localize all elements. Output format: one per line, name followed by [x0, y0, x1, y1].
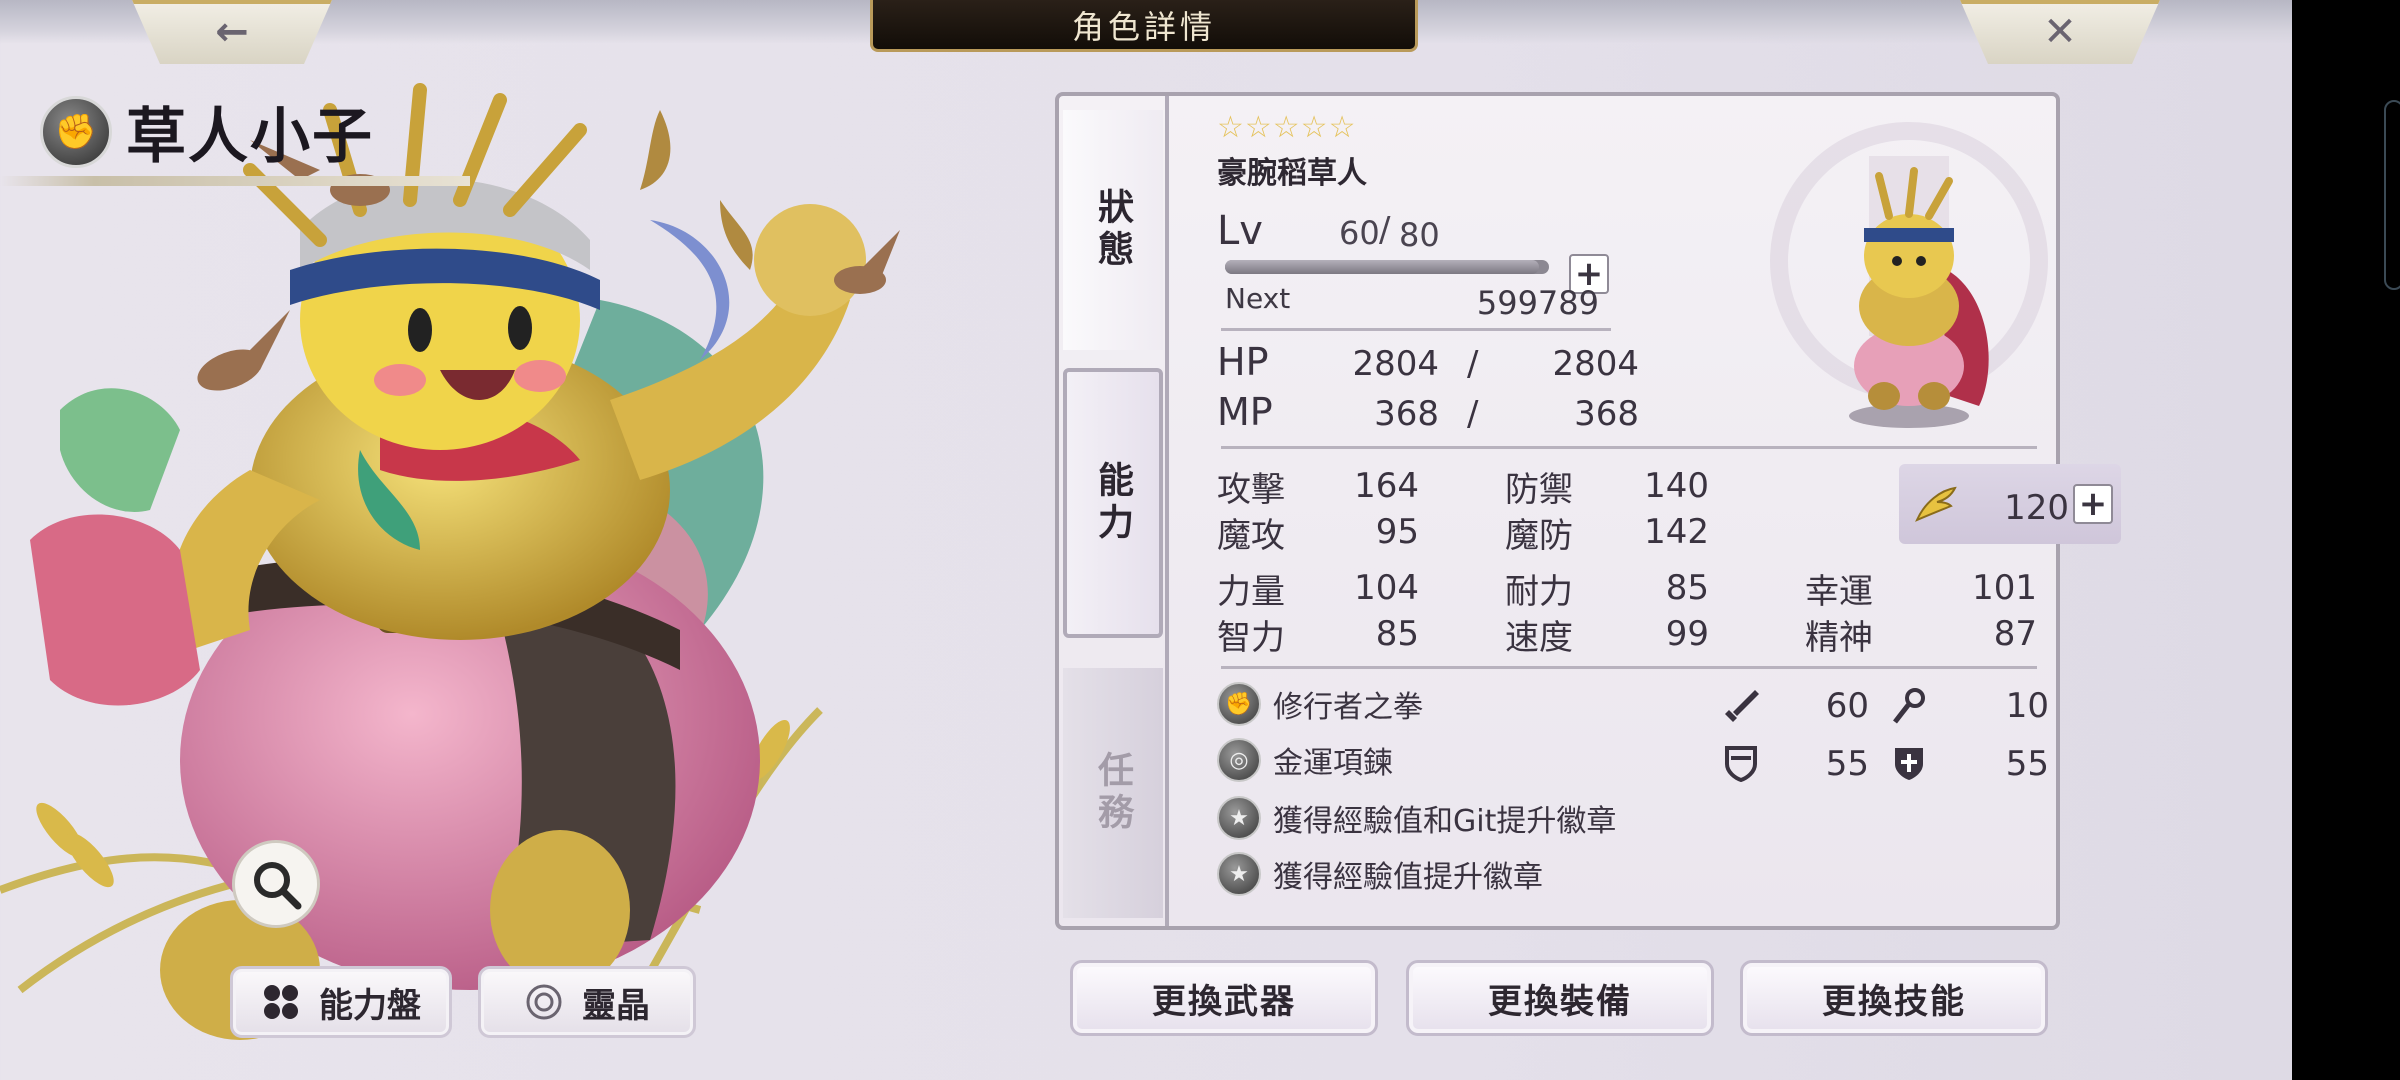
weapon-row[interactable]: ✊ 修行者之拳: [1217, 682, 1423, 726]
spirit-crystal-label: 靈晶: [582, 985, 650, 1026]
luk-value: 101: [1972, 568, 2037, 608]
back-button[interactable]: ←: [132, 0, 332, 64]
change-skill-label: 更換技能: [1822, 981, 1966, 1022]
back-arrow-icon: ←: [215, 9, 249, 55]
character-chibi: [1849, 167, 1989, 428]
wing-icon: [1915, 486, 1957, 522]
spd-label: 速度: [1505, 618, 1573, 658]
def-label: 防禦: [1505, 470, 1573, 510]
exp-bar: [1225, 260, 1549, 274]
exp-bar-fill: [1225, 260, 1540, 274]
int-value: 85: [1375, 614, 1419, 654]
mp-slash: /: [1467, 394, 1479, 434]
accessory-row[interactable]: ◎ 金運項鍊: [1217, 738, 1393, 782]
def-value: 140: [1644, 466, 1709, 506]
next-exp-label: Next: [1225, 282, 1291, 315]
staff-icon: [1893, 688, 1925, 724]
divider: [1221, 328, 1611, 331]
tab-quest[interactable]: 任務: [1063, 668, 1163, 918]
character-artwork: [0, 83, 900, 1040]
speed-value: 120: [2004, 488, 2069, 528]
hp-current: 2804: [1352, 344, 1439, 384]
atk-label: 攻擊: [1217, 470, 1285, 510]
ability-board-icon: [264, 985, 298, 1019]
mp-max: 368: [1574, 394, 1639, 434]
level-separator: /: [1379, 210, 1391, 250]
shield-icon: [1725, 746, 1757, 782]
mp-current: 368: [1374, 394, 1439, 434]
badge-1-name: 獲得經驗值和Git提升徽章: [1273, 804, 1617, 839]
badge-row-1[interactable]: ★ 獲得經驗值和Git提升徽章: [1217, 796, 1616, 840]
speed-plus-button[interactable]: +: [2073, 484, 2113, 524]
int-label: 智力: [1217, 618, 1285, 658]
close-icon: ✕: [2043, 9, 2077, 55]
zoom-button[interactable]: [232, 840, 320, 928]
status-panel: 狀態 能力 任務 ☆☆☆☆☆ 豪腕稻草人 Lv 60 / 80 + Next 5…: [1055, 92, 2121, 930]
badge-row-2[interactable]: ★ 獲得經驗值提升徽章: [1217, 852, 1543, 896]
spi-value: 87: [1993, 614, 2037, 654]
spd-value: 99: [1665, 614, 1709, 654]
status-content: ☆☆☆☆☆ 豪腕稻草人 Lv 60 / 80 + Next 599789 HP …: [1165, 96, 2121, 926]
matk-label: 魔攻: [1217, 516, 1285, 556]
close-button[interactable]: ✕: [1960, 0, 2160, 64]
str-label: 力量: [1217, 572, 1285, 612]
spirit-crystal-icon: [526, 984, 562, 1020]
change-equipment-label: 更換裝備: [1488, 981, 1632, 1022]
phys-atk-value: 60: [1825, 686, 1869, 726]
ability-board-button[interactable]: 能力盤: [230, 966, 452, 1038]
atk-value: 164: [1354, 466, 1419, 506]
fist-icon: ✊: [40, 95, 112, 168]
end-label: 耐力: [1505, 572, 1573, 612]
weapon-name: 修行者之拳: [1273, 690, 1423, 725]
mag-def-value: 55: [2005, 744, 2049, 784]
str-value: 104: [1354, 568, 1419, 608]
hp-slash: /: [1467, 344, 1479, 384]
device-side-nub: [2384, 100, 2400, 290]
end-value: 85: [1665, 568, 1709, 608]
tab-column: 狀態 能力 任務: [1059, 96, 1165, 926]
badge-2-name: 獲得經驗值提升徽章: [1273, 860, 1543, 895]
luk-label: 幸運: [1805, 572, 1873, 612]
divider: [1221, 446, 2037, 449]
rarity-stars: ☆☆☆☆☆: [1217, 110, 1357, 145]
level-max: 80: [1399, 216, 1440, 254]
change-skill-button[interactable]: 更換技能: [1740, 960, 2048, 1036]
character-name: 草人小子: [126, 102, 374, 172]
tab-ability[interactable]: 能力: [1063, 368, 1163, 638]
divider: [1221, 666, 2037, 669]
name-underline: [0, 176, 470, 186]
hp-max: 2804: [1552, 344, 1639, 384]
change-equipment-button[interactable]: 更換裝備: [1406, 960, 1714, 1036]
mdef-value: 142: [1644, 512, 1709, 552]
character-title: 豪腕稻草人: [1217, 156, 1367, 191]
change-weapon-button[interactable]: 更換武器: [1070, 960, 1378, 1036]
phys-def-value: 55: [1825, 744, 1869, 784]
spirit-crystal-button[interactable]: 靈晶: [478, 966, 696, 1038]
magnifier-icon: [254, 862, 302, 910]
character-name-row: ✊ 草人小子: [40, 88, 374, 175]
level-label: Lv: [1217, 208, 1263, 254]
mdef-label: 魔防: [1505, 516, 1573, 556]
necklace-icon: ◎: [1217, 738, 1261, 782]
magic-shield-icon: [1895, 748, 1923, 780]
mag-atk-value: 10: [2005, 686, 2049, 726]
matk-value: 95: [1375, 512, 1419, 552]
page-title: 角色詳情: [1071, 7, 1216, 46]
tab-status[interactable]: 狀態: [1063, 110, 1163, 350]
sword-icon: [1725, 690, 1759, 722]
badge-star-icon: ★: [1217, 852, 1261, 896]
ability-board-label: 能力盤: [319, 985, 421, 1026]
badge-star-icon: ★: [1217, 796, 1261, 840]
level-current: 60: [1339, 214, 1380, 252]
hp-label: HP: [1217, 340, 1269, 384]
next-exp-value: 599789: [1476, 284, 1599, 322]
fist-icon: ✊: [1217, 682, 1261, 726]
title-plate: 角色詳情: [870, 0, 1418, 52]
mp-label: MP: [1217, 390, 1273, 434]
accessory-name: 金運項鍊: [1273, 746, 1393, 781]
change-weapon-label: 更換武器: [1152, 981, 1296, 1022]
spi-label: 精神: [1805, 618, 1873, 658]
